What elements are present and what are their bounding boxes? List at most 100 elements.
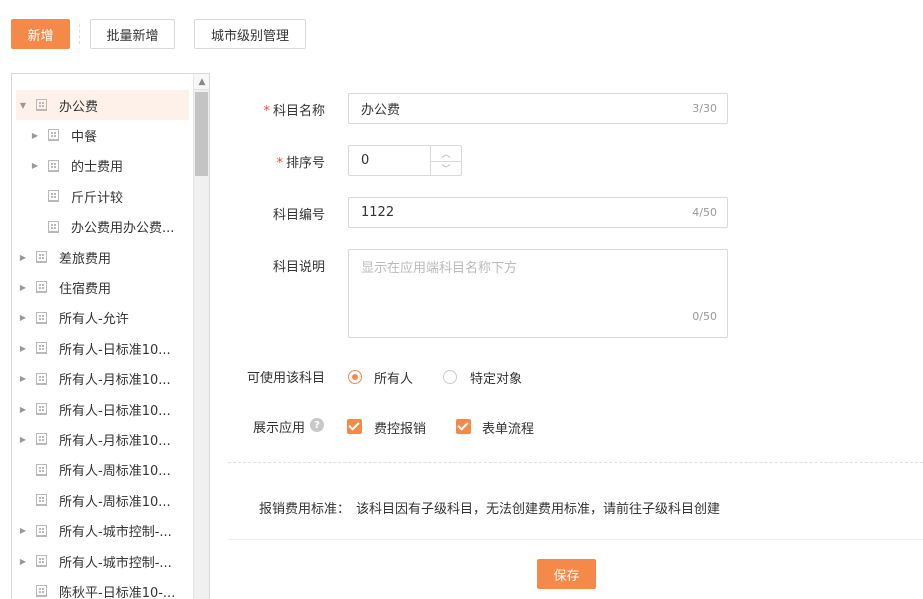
tree-item[interactable]: ▶ 所有人-允许 <box>16 303 189 333</box>
stepper-buttons: ︿ ﹀ <box>430 146 461 175</box>
building-icon <box>36 463 47 476</box>
tree-item-label: 所有人-月标准10... <box>59 433 171 449</box>
order-label-text: 排序号 <box>285 156 325 171</box>
building-icon <box>48 190 59 203</box>
building-icon <box>36 342 47 355</box>
tree-item-label: 所有人-允许 <box>59 312 129 328</box>
tree-item[interactable]: 所有人-周标准10... <box>16 455 189 485</box>
category-tree: ▼ 办公费 ▶ 中餐 ▶ 的士费用 斤斤计较 办公费用办公费... ▶ 差旅费用 ▶ 住宿费用 ▶ 所有人… <box>11 73 210 599</box>
tree-item[interactable]: 所有人-周标准10... <box>16 485 189 515</box>
building-icon <box>36 99 47 111</box>
desc-placeholder: 显示在应用端科目名称下方 <box>361 261 518 276</box>
building-icon <box>36 251 47 263</box>
caret-right-icon[interactable]: ▶ <box>16 374 30 383</box>
display-label: 展示应用 <box>252 421 305 436</box>
tree-item[interactable]: 陈秋平-日标准10-... <box>16 576 189 599</box>
tree-item-label: 差旅费用 <box>59 251 112 267</box>
required-mark: * <box>276 156 283 171</box>
tree-item[interactable]: ▶ 所有人-月标准10... <box>16 364 189 394</box>
section-divider <box>228 462 923 463</box>
tree-item-label: 的士费用 <box>71 160 124 176</box>
building-icon <box>36 555 47 567</box>
name-input[interactable]: 办公费 3/30 <box>348 93 728 124</box>
radio-specific-label[interactable]: 特定对象 <box>470 368 522 387</box>
building-icon <box>36 372 47 385</box>
building-icon <box>48 159 59 172</box>
save-button[interactable]: 保存 <box>537 559 596 589</box>
code-value: 1122 <box>361 205 395 220</box>
desc-textarea[interactable]: 显示在应用端科目名称下方 0/50 <box>348 249 728 338</box>
tree-item-label: 所有人-月标准10... <box>59 373 171 389</box>
building-icon <box>36 403 47 415</box>
tree-item[interactable]: 斤斤计较 <box>16 181 189 211</box>
batch-add-button[interactable]: 批量新增 <box>90 19 175 49</box>
building-icon <box>36 281 47 294</box>
building-icon <box>36 585 47 598</box>
tree-item-label: 所有人-周标准10... <box>59 494 171 510</box>
caret-right-icon[interactable]: ▶ <box>16 344 30 353</box>
tree-item-label: 所有人-城市控制-... <box>59 555 172 571</box>
radio-everyone-label[interactable]: 所有人 <box>374 368 413 387</box>
city-level-management-button[interactable]: 城市级别管理 <box>194 19 306 49</box>
checkbox-form-flow-label[interactable]: 表单流程 <box>482 418 534 437</box>
caret-right-icon[interactable]: ▶ <box>16 313 30 322</box>
footer-divider <box>228 539 923 540</box>
name-label-text: 科目名称 <box>272 104 325 119</box>
tree-item-label: 办公费 <box>59 99 99 115</box>
name-value: 办公费 <box>361 103 401 118</box>
tree-item-label: 所有人-周标准10... <box>59 464 171 480</box>
code-label: 科目编号 <box>272 208 325 223</box>
caret-right-icon[interactable]: ▶ <box>16 526 30 535</box>
stepper-up-icon[interactable]: ︿ <box>431 146 461 161</box>
radio-everyone[interactable] <box>348 370 362 384</box>
building-icon <box>48 220 59 233</box>
tree-item[interactable]: ▶ 所有人-日标准10... <box>16 394 189 424</box>
building-icon <box>36 494 47 507</box>
standard-text: 该科目因有子级科目，无法创建费用标准，请前往子级科目创建 <box>356 502 721 517</box>
tree-item[interactable]: ▶ 所有人-日标准10... <box>16 333 189 363</box>
tree-item[interactable]: ▶ 所有人-城市控制-... <box>16 546 189 576</box>
code-counter: 4/50 <box>692 206 717 219</box>
tree-item[interactable]: ▶ 差旅费用 <box>16 242 189 272</box>
building-icon <box>36 524 47 537</box>
checkbox-expense-label[interactable]: 费控报销 <box>374 418 426 437</box>
tree-item-label: 所有人-日标准10... <box>59 403 171 419</box>
checkbox-expense[interactable] <box>347 419 362 434</box>
standard-label: 报销费用标准： <box>259 502 351 517</box>
tree-item-label: 陈秋平-日标准10-... <box>59 585 176 599</box>
building-icon <box>36 311 47 324</box>
desc-counter: 0/50 <box>692 310 717 323</box>
tree-item-label: 办公费用办公费... <box>71 221 175 237</box>
tree-item[interactable]: ▶ 的士费用 <box>16 151 189 181</box>
desc-label: 科目说明 <box>272 260 325 275</box>
tree-item[interactable]: ▶ 所有人-月标准10... <box>16 424 189 454</box>
order-stepper[interactable]: 0 ︿ ﹀ <box>348 145 462 176</box>
tree-item[interactable]: ▼ 办公费 <box>16 90 189 120</box>
caret-right-icon[interactable]: ▶ <box>16 283 30 292</box>
order-label: * 排序号 <box>205 152 325 171</box>
checkbox-form-flow[interactable] <box>456 419 471 434</box>
caret-right-icon[interactable]: ▶ <box>28 131 42 140</box>
tree-item[interactable]: ▶ 所有人-城市控制-... <box>16 516 189 546</box>
tree-item-label: 住宿费用 <box>59 281 112 297</box>
tree-item[interactable]: 办公费用办公费... <box>16 212 189 242</box>
radio-specific[interactable] <box>443 370 457 384</box>
caret-down-icon[interactable]: ▼ <box>16 101 30 110</box>
tree-item-label: 所有人-日标准10... <box>59 342 171 358</box>
add-button[interactable]: 新增 <box>11 19 70 49</box>
caret-right-icon[interactable]: ▶ <box>16 557 30 566</box>
caret-right-icon[interactable]: ▶ <box>28 161 42 170</box>
scroll-up-icon[interactable]: ▲ <box>194 74 209 90</box>
tree-item[interactable]: ▶ 住宿费用 <box>16 272 189 302</box>
caret-right-icon[interactable]: ▶ <box>16 405 30 414</box>
name-label: * 科目名称 <box>205 100 325 119</box>
tree-item-label: 所有人-城市控制-... <box>59 525 172 541</box>
stepper-down-icon[interactable]: ﹀ <box>431 160 461 176</box>
caret-right-icon[interactable]: ▶ <box>16 435 30 444</box>
name-counter: 3/30 <box>692 102 717 115</box>
help-icon[interactable]: ? <box>310 418 324 432</box>
building-icon <box>36 433 47 446</box>
tree-item[interactable]: ▶ 中餐 <box>16 120 189 150</box>
code-input[interactable]: 1122 4/50 <box>348 197 728 228</box>
caret-right-icon[interactable]: ▶ <box>16 253 30 262</box>
